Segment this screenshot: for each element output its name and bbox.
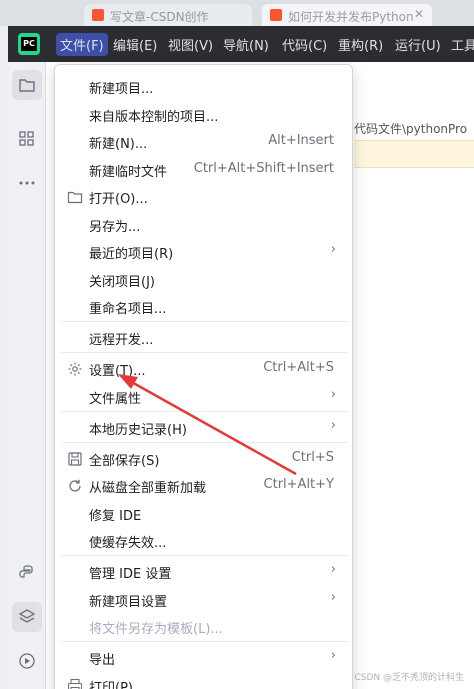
python-icon	[19, 565, 33, 578]
menu-item-new-project-setup[interactable]: 新建项目设置 ›	[55, 586, 352, 613]
browser-tab-active[interactable]: 如何开发并发布Python ✕	[262, 4, 432, 26]
shortcut-label: Alt+Insert	[268, 133, 334, 148]
browser-tab-label: 写文章-CSDN创作	[110, 10, 209, 24]
menu-run[interactable]: 运行(U)	[395, 35, 441, 54]
save-icon	[68, 452, 82, 466]
menu-separator	[61, 352, 348, 353]
file-menu-dropdown: 新建项目... 来自版本控制的项目... 新建(N)... Alt+Insert…	[54, 64, 353, 689]
project-tool-button[interactable]	[12, 70, 42, 100]
chevron-right-icon: ›	[330, 562, 336, 577]
close-tab-icon[interactable]: ✕	[414, 7, 424, 21]
menu-item-repair-ide[interactable]: 修复 IDE	[55, 500, 352, 527]
desktop-edge	[0, 26, 8, 689]
menu-item-new-scratch-file[interactable]: 新建临时文件 Ctrl+Alt+Shift+Insert	[55, 156, 352, 183]
browser-tab[interactable]: 写文章-CSDN创作	[84, 4, 252, 26]
chevron-right-icon: ›	[330, 242, 336, 257]
python-packages-button[interactable]	[12, 602, 42, 632]
menu-item-export[interactable]: 导出 ›	[55, 644, 352, 671]
menu-item-new-project[interactable]: 新建项目...	[55, 73, 352, 100]
notification-bar	[354, 140, 474, 168]
shortcut-label: Ctrl+Alt+Y	[263, 477, 334, 492]
menu-edit[interactable]: 编辑(E)	[113, 35, 157, 54]
chevron-right-icon: ›	[330, 648, 336, 663]
pycharm-logo-icon	[18, 33, 40, 55]
watermark-text: CSDN @乏不秃顶的计科生	[354, 673, 464, 683]
more-dots-icon	[19, 181, 35, 185]
menu-view[interactable]: 视图(V)	[168, 35, 213, 54]
chevron-right-icon: ›	[330, 590, 336, 605]
menu-item-local-history[interactable]: 本地历史记录(H) ›	[55, 414, 352, 441]
python-console-button[interactable]	[12, 558, 42, 588]
menu-item-manage-ide-settings[interactable]: 管理 IDE 设置 ›	[55, 558, 352, 585]
browser-tab-strip: 写文章-CSDN创作 如何开发并发布Python ✕	[0, 0, 474, 26]
menu-separator	[61, 321, 348, 322]
menu-item-remote-development[interactable]: 远程开发...	[55, 324, 352, 351]
menu-separator	[61, 411, 348, 412]
ide-menu-bar: 文件(F) 编辑(E) 视图(V) 导航(N) 代码(C) 重构(R) 运行(U…	[8, 26, 474, 62]
chevron-right-icon: ›	[330, 418, 336, 433]
menu-separator	[61, 442, 348, 443]
more-tools-button[interactable]	[12, 168, 42, 198]
shortcut-label: Ctrl+S	[291, 450, 334, 465]
menu-item-save-as[interactable]: 另存为...	[55, 211, 352, 238]
left-tool-strip	[8, 62, 46, 689]
menu-item-print[interactable]: 打印(P)...	[55, 672, 352, 689]
menu-item-save-as-template: 将文件另存为模板(L)...	[89, 622, 223, 637]
play-circle-icon	[19, 653, 35, 669]
menu-item-recent-projects[interactable]: 最近的项目(R) ›	[55, 238, 352, 265]
menu-tools[interactable]: 工具	[451, 35, 474, 54]
menu-separator	[61, 641, 348, 642]
reload-icon	[69, 479, 81, 492]
menu-item-close-project[interactable]: 关闭项目(J)	[55, 266, 352, 293]
menu-item-save-all[interactable]: 全部保存(S) Ctrl+S	[55, 445, 352, 472]
menu-file[interactable]: 文件(F)	[56, 33, 108, 56]
menu-code[interactable]: 代码(C)	[282, 35, 327, 54]
menu-item-project-from-vcs[interactable]: 来自版本控制的项目...	[55, 101, 352, 128]
shortcut-label: Ctrl+Alt+Shift+Insert	[193, 161, 334, 176]
menu-item-reload-from-disk[interactable]: 从磁盘全部重新加载 Ctrl+Alt+Y	[55, 472, 352, 499]
structure-tool-button[interactable]	[12, 124, 42, 154]
layers-icon	[18, 609, 36, 623]
services-button[interactable]	[12, 646, 42, 676]
folder-icon	[67, 191, 83, 204]
folder-icon	[19, 79, 35, 92]
menu-separator	[61, 555, 348, 556]
menu-item-new[interactable]: 新建(N)... Alt+Insert	[55, 128, 352, 155]
shortcut-label: Ctrl+Alt+S	[263, 360, 334, 375]
project-path-text: 代码文件\pythonPro	[354, 122, 468, 136]
menu-navigate[interactable]: 导航(N)	[223, 35, 269, 54]
browser-tab-label: 如何开发并发布Python	[288, 10, 414, 24]
menu-item-settings[interactable]: 设置(T)... Ctrl+Alt+S	[55, 355, 352, 382]
menu-item-file-properties[interactable]: 文件属性 ›	[55, 383, 352, 410]
structure-icon	[19, 131, 34, 146]
chevron-right-icon: ›	[330, 387, 336, 402]
menu-refactor[interactable]: 重构(R)	[338, 35, 383, 54]
csdn-favicon-icon	[92, 9, 104, 21]
csdn-favicon-icon	[270, 9, 282, 21]
gear-icon	[68, 362, 82, 376]
print-icon	[67, 678, 83, 689]
menu-item-open[interactable]: 打开(O)...	[55, 183, 352, 210]
menu-item-rename-project[interactable]: 重命名项目...	[55, 293, 352, 320]
menu-item-invalidate-caches[interactable]: 使缓存失效...	[55, 527, 352, 554]
